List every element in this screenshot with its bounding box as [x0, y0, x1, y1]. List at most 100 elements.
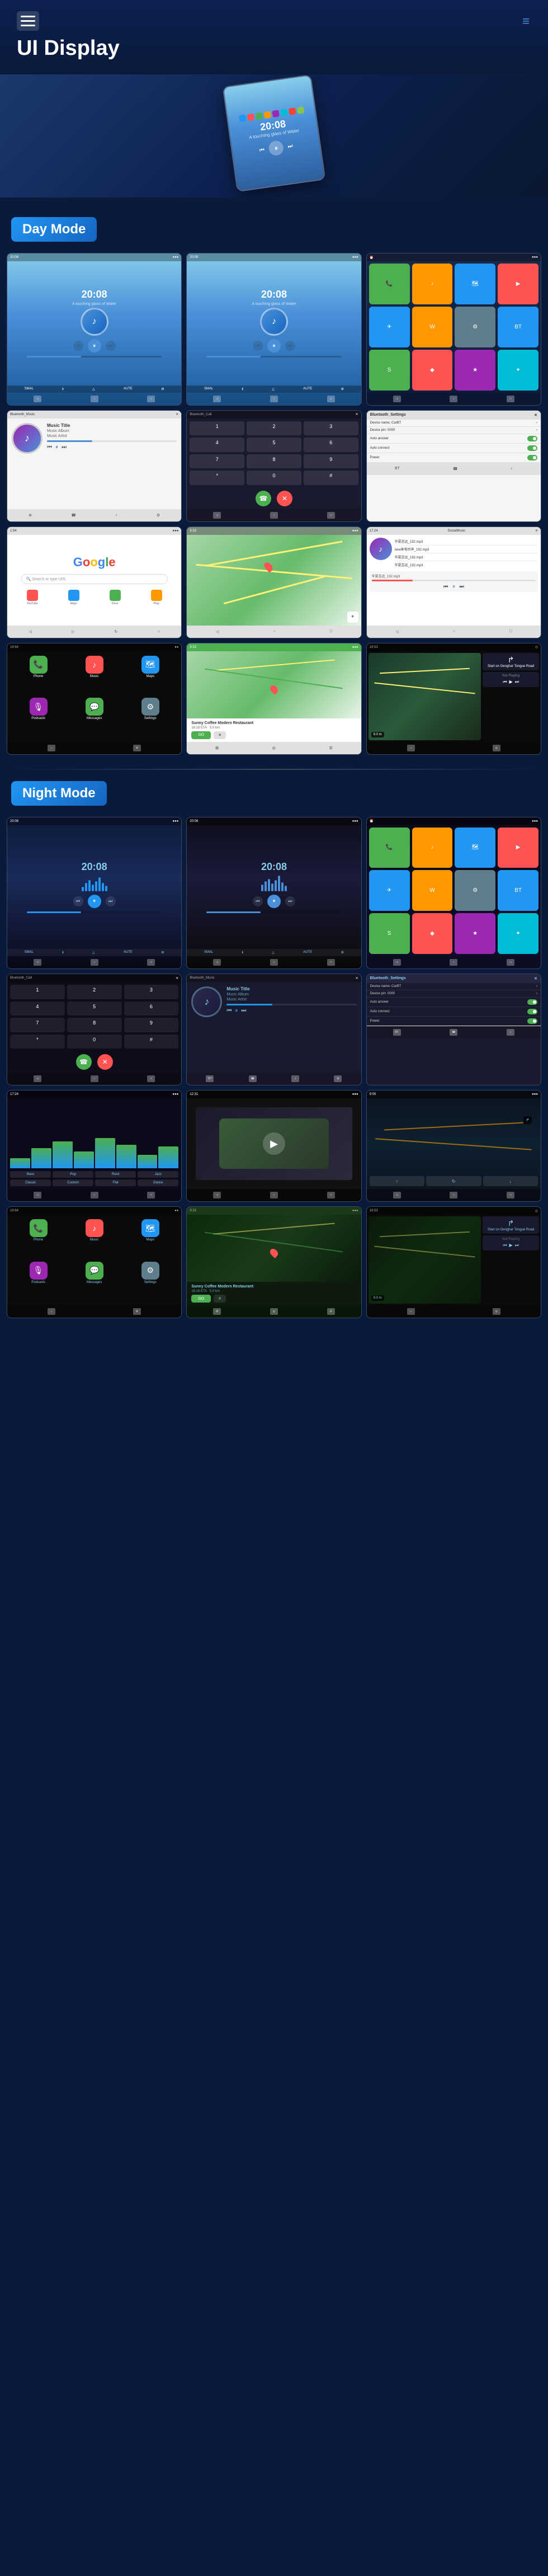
prev-btn[interactable]: ⏮: [253, 341, 263, 351]
dial-0[interactable]: 0: [247, 471, 301, 485]
dial-6[interactable]: 6: [304, 438, 358, 452]
setting-auto-connect[interactable]: Auto connect: [367, 444, 541, 453]
app-youtube[interactable]: ▶: [498, 828, 538, 868]
nav-icon[interactable]: ◁: [393, 959, 401, 966]
play-icon[interactable]: ⏸: [235, 1008, 238, 1014]
app-maps[interactable]: 🗺: [455, 828, 495, 868]
carplay-app-maps[interactable]: 🗺 Maps: [124, 1219, 177, 1259]
nav-icon[interactable]: ◁: [213, 959, 221, 966]
nav-icon[interactable]: ◁: [34, 1075, 41, 1082]
play-overlay[interactable]: ▶: [263, 1132, 285, 1155]
app-spotify[interactable]: S: [369, 350, 410, 391]
nav-icon[interactable]: □: [327, 959, 335, 966]
carplay-app-music[interactable]: ♪ Music: [68, 656, 121, 695]
nav-icon-2[interactable]: ○: [270, 396, 278, 402]
nav-icon-3[interactable]: □: [507, 396, 514, 402]
dial-0[interactable]: 0: [67, 1035, 122, 1049]
dial-4[interactable]: 4: [190, 438, 244, 452]
app-telegram[interactable]: ✈: [369, 870, 410, 911]
end-call-btn[interactable]: ✕: [97, 1054, 113, 1070]
end-call-btn[interactable]: ✕: [277, 491, 292, 506]
phone-icon[interactable]: ☎: [453, 467, 458, 471]
toggle-auto-answer[interactable]: [527, 999, 537, 1005]
nav-btn[interactable]: ↑: [370, 1176, 424, 1186]
carplay-app-phone[interactable]: 📞 Phone: [12, 1219, 65, 1259]
nav-icon[interactable]: □: [509, 629, 512, 633]
settings-icon[interactable]: ⚙: [334, 1075, 342, 1082]
toggle-power[interactable]: [527, 455, 537, 460]
carplay-app-messages[interactable]: 💬 Messages: [68, 698, 121, 737]
prev-btn[interactable]: ⏮: [73, 896, 83, 906]
dial-star[interactable]: *: [190, 471, 244, 485]
phone-icon[interactable]: ☎: [450, 1029, 457, 1036]
settings-icon[interactable]: ⚙: [157, 513, 160, 518]
track-item[interactable]: 华夏志远_192.mp3: [395, 553, 538, 561]
settings-icon[interactable]: ☰: [329, 746, 333, 750]
next-icon[interactable]: ⏭: [515, 1243, 519, 1248]
app-telegram[interactable]: ✈: [369, 307, 410, 347]
nav-btn[interactable]: ↓: [483, 1176, 538, 1186]
next-icon[interactable]: ⏭: [241, 1008, 246, 1014]
nav-dots-icon[interactable]: ≡: [522, 14, 531, 29]
app-bt[interactable]: BT: [498, 307, 538, 347]
play-btn[interactable]: ⏸: [267, 895, 281, 908]
dial-6[interactable]: 6: [124, 1002, 179, 1016]
prev-icon[interactable]: ⏮: [47, 444, 52, 450]
nav-icon[interactable]: ○: [91, 1192, 98, 1198]
setting-device-pin[interactable]: Device pin: 0000›: [367, 990, 541, 998]
nav-icon[interactable]: ○: [450, 959, 457, 966]
dial-8[interactable]: 8: [67, 1018, 122, 1032]
back-icon[interactable]: ◁: [29, 629, 32, 634]
dial-hash[interactable]: #: [304, 471, 358, 485]
eq-preset[interactable]: Custom: [53, 1179, 93, 1186]
zoom-btn[interactable]: +: [347, 612, 358, 623]
play-icon[interactable]: ⏸: [55, 444, 58, 450]
nav-icon[interactable]: ⌂: [48, 745, 55, 751]
nav-icon[interactable]: ◁: [34, 1192, 41, 1198]
nav-icon[interactable]: ◁: [395, 629, 398, 634]
nav-icon[interactable]: ⚙: [133, 745, 141, 751]
nav-icon[interactable]: □: [147, 1192, 155, 1198]
play-btn[interactable]: ⏸: [88, 895, 101, 908]
nav-icon-1[interactable]: ◁: [213, 396, 221, 402]
music-icon[interactable]: ♪: [291, 1075, 299, 1082]
dial-7[interactable]: 7: [10, 1018, 65, 1032]
dial-1[interactable]: 1: [10, 985, 65, 999]
bookmark-1[interactable]: YouTube: [13, 590, 51, 605]
app-cyan[interactable]: ✦: [498, 913, 538, 954]
toggle-auto-connect[interactable]: [527, 445, 537, 451]
app-maps[interactable]: 🗺: [455, 264, 495, 304]
app-waze[interactable]: W: [412, 870, 453, 911]
app-youtube[interactable]: ▶: [498, 264, 538, 304]
carplay-app-settings[interactable]: ⚙ Settings: [124, 1262, 177, 1301]
gps-icon[interactable]: ◎: [270, 1308, 278, 1315]
nav-icon[interactable]: ⊞: [215, 746, 219, 750]
setting-power[interactable]: Power: [367, 453, 541, 463]
app-music[interactable]: ♪: [412, 828, 453, 868]
nav-icon[interactable]: ◁: [216, 629, 219, 634]
phone-icon[interactable]: ☎: [249, 1075, 257, 1082]
go-button-night[interactable]: GO: [191, 1295, 211, 1303]
play-icon[interactable]: ▶: [509, 679, 513, 685]
prev-icon[interactable]: ⏮: [503, 1243, 507, 1248]
dial-2[interactable]: 2: [67, 985, 122, 999]
carplay-app-podcasts[interactable]: 🎙 Podcasts: [12, 1262, 65, 1301]
settings-icon[interactable]: ⚙: [133, 1308, 141, 1315]
prev-icon[interactable]: ⏮: [226, 1008, 232, 1014]
home-icon[interactable]: ⌂: [407, 1308, 415, 1315]
nav-icon-2[interactable]: ○: [450, 396, 457, 402]
eq-preset[interactable]: Flat: [95, 1179, 136, 1186]
app-cyan[interactable]: ✦: [498, 350, 538, 391]
track-item[interactable]: new来电铃声_192.mp3: [395, 546, 538, 553]
nav-icon[interactable]: ⊞: [213, 1308, 221, 1315]
nav-icon[interactable]: □: [147, 1075, 155, 1082]
next-btn[interactable]: ⏭: [106, 896, 116, 906]
eq-preset[interactable]: Classic: [10, 1179, 51, 1186]
home-icon[interactable]: ⌂: [158, 629, 160, 633]
carplay-app-messages[interactable]: 💬 Messages: [68, 1262, 121, 1301]
dial-star[interactable]: *: [10, 1035, 65, 1049]
dial-9[interactable]: 9: [124, 1018, 179, 1032]
music-icon[interactable]: ♪: [507, 1029, 514, 1036]
bookmark-3[interactable]: Drive: [96, 590, 134, 605]
nav-icon[interactable]: ◁: [213, 512, 221, 519]
